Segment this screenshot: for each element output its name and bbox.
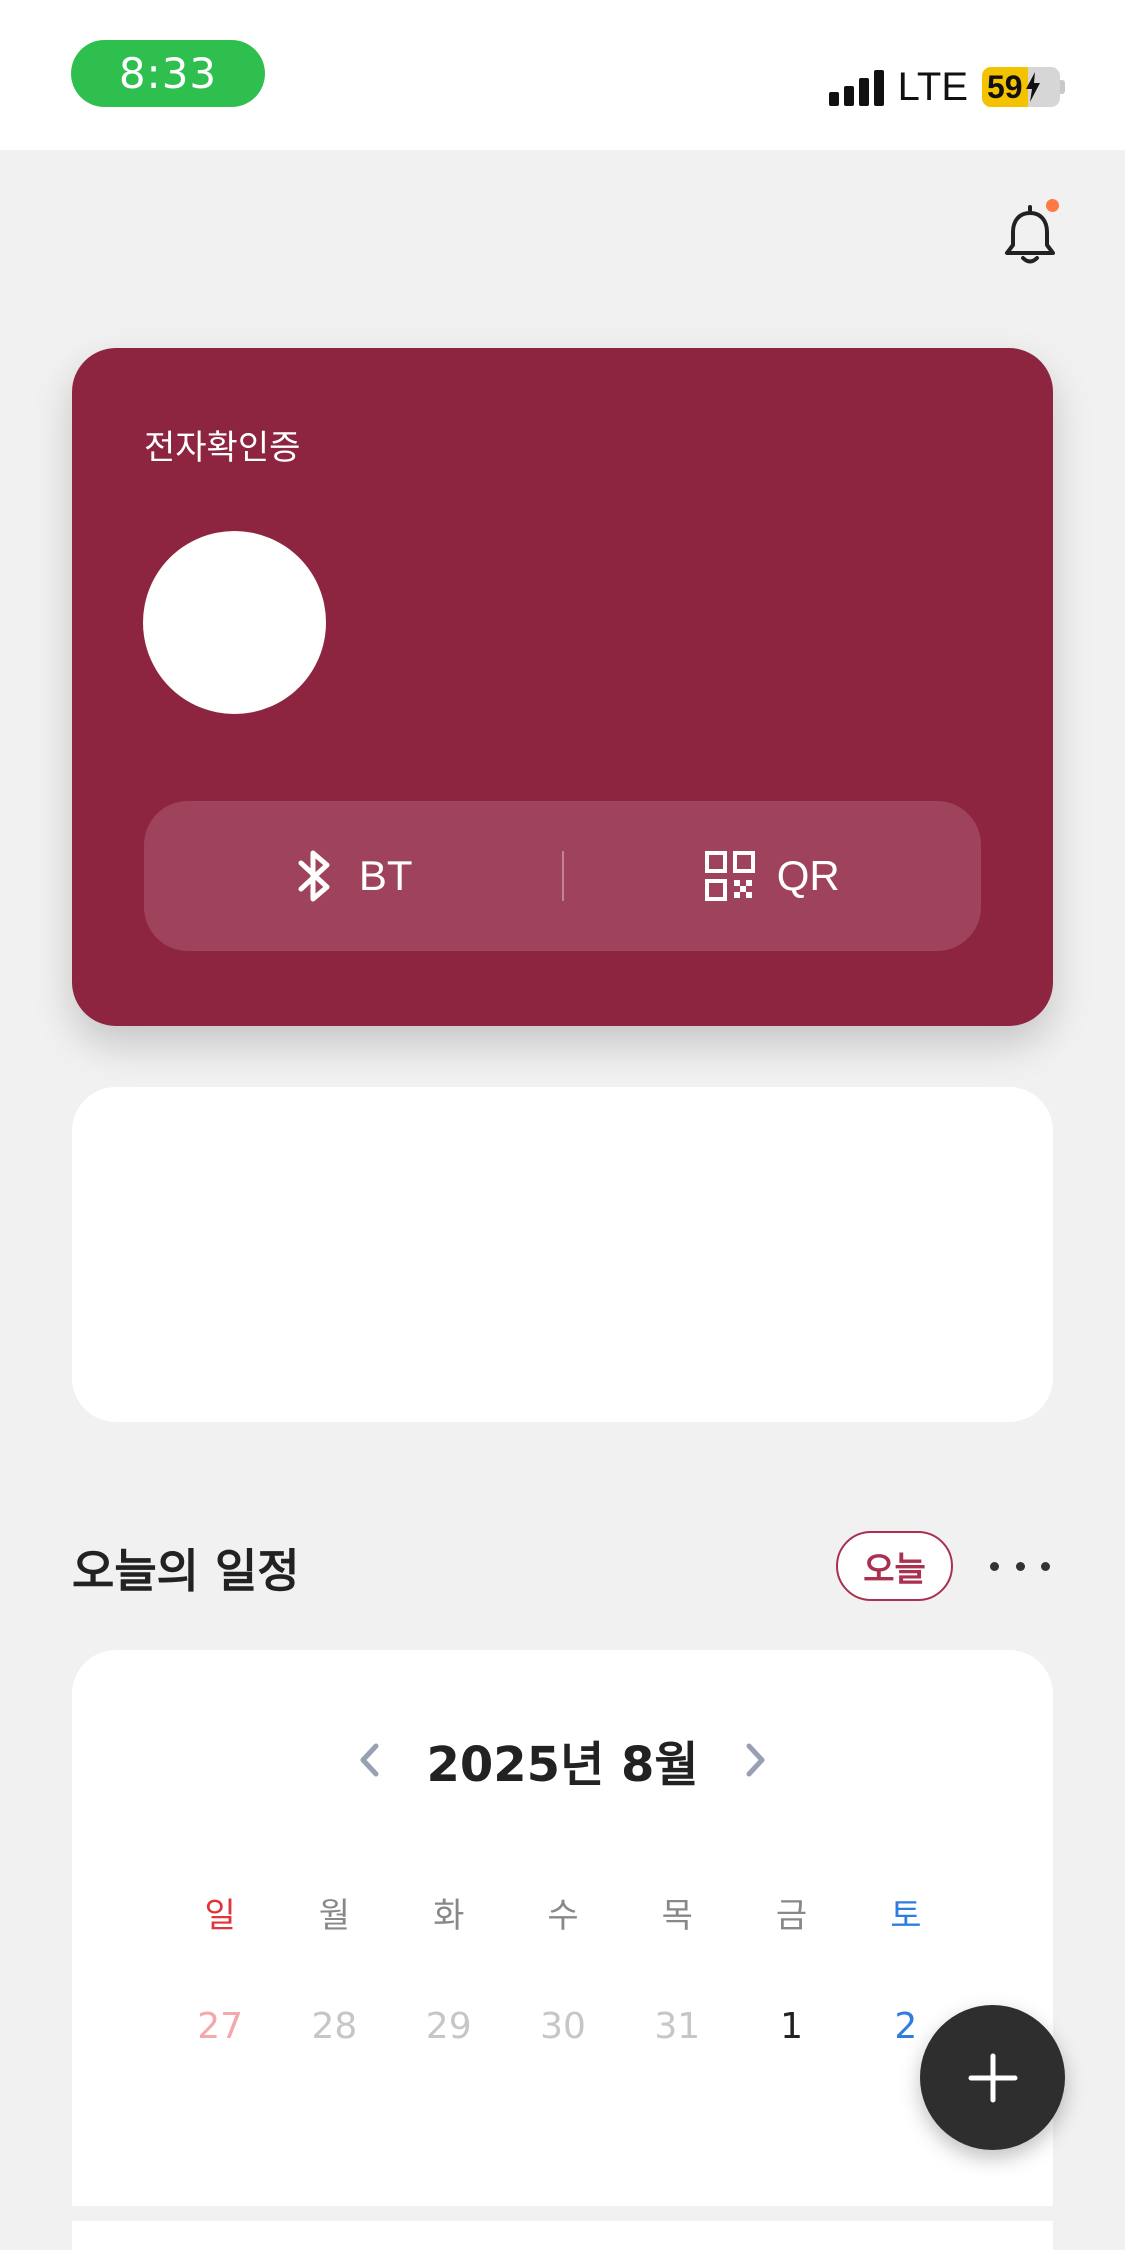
battery-icon: 59	[982, 67, 1060, 107]
weekday-label: 목	[661, 1896, 693, 1936]
weekday-label: 월	[318, 1896, 351, 1936]
weekday-label: 화	[433, 1896, 465, 1936]
bt-auth-button[interactable]: BT	[144, 801, 562, 951]
weekday-label: 수	[547, 1896, 579, 1936]
weekday-label: 일	[204, 1896, 236, 1936]
auth-method-bar: BT QR	[144, 801, 981, 951]
charging-bolt-icon	[1025, 72, 1040, 102]
add-button[interactable]	[920, 2005, 1065, 2150]
calendar-weekdays: 일 월 화 수 목 금 토	[163, 1888, 963, 1937]
bluetooth-icon	[298, 850, 330, 902]
plus-icon	[968, 2053, 1017, 2102]
qr-code-icon	[704, 851, 755, 901]
battery-percent: 59	[987, 68, 1023, 105]
status-indicators: LTE 59	[828, 62, 1065, 112]
status-bar: 8:33 LTE 59	[0, 0, 1125, 150]
calendar-card: 2025년 8월 일 월 화 수 목 금 토 27 28 29 30 31 1 …	[72, 1650, 1053, 2250]
bt-label: BT	[358, 852, 413, 899]
content-card	[72, 1087, 1053, 1422]
calendar-header: 2025년 8월	[72, 1725, 1053, 1795]
signal-icon	[828, 68, 884, 106]
qr-label: QR	[776, 852, 840, 899]
bottom-edge	[0, 2206, 1125, 2221]
qr-auth-button[interactable]: QR	[564, 801, 982, 951]
battery-cap	[1060, 80, 1065, 94]
id-card-title: 전자확인증	[144, 428, 301, 468]
bell-icon[interactable]	[1000, 205, 1060, 267]
calendar-day[interactable]: 28	[277, 2006, 391, 2047]
calendar-month-label: 2025년 8월	[426, 1737, 699, 1793]
electronic-id-card[interactable]: 전자확인증 BT QR	[72, 348, 1053, 1026]
calendar-day[interactable]: 31	[620, 2006, 734, 2047]
more-horizontal-icon[interactable]	[990, 1548, 1050, 1584]
network-type: LTE	[897, 64, 968, 109]
chevron-right-icon[interactable]	[743, 1740, 769, 1780]
calendar-week-row: 27 28 29 30 31 1 2	[163, 2006, 963, 2047]
today-button[interactable]: 오늘	[836, 1531, 953, 1601]
calendar-day[interactable]: 1	[734, 2006, 848, 2047]
calendar-day[interactable]: 30	[506, 2006, 620, 2047]
section-title-today-schedule: 오늘의 일정	[72, 1544, 300, 1598]
calendar-day[interactable]: 29	[392, 2006, 506, 2047]
notification-dot	[1046, 199, 1059, 212]
calendar-day[interactable]: 27	[163, 2006, 277, 2047]
chevron-left-icon[interactable]	[356, 1740, 382, 1780]
weekday-label: 토	[890, 1896, 922, 1936]
avatar	[143, 531, 326, 714]
status-time: 8:33	[71, 40, 265, 107]
weekday-label: 금	[775, 1896, 808, 1936]
